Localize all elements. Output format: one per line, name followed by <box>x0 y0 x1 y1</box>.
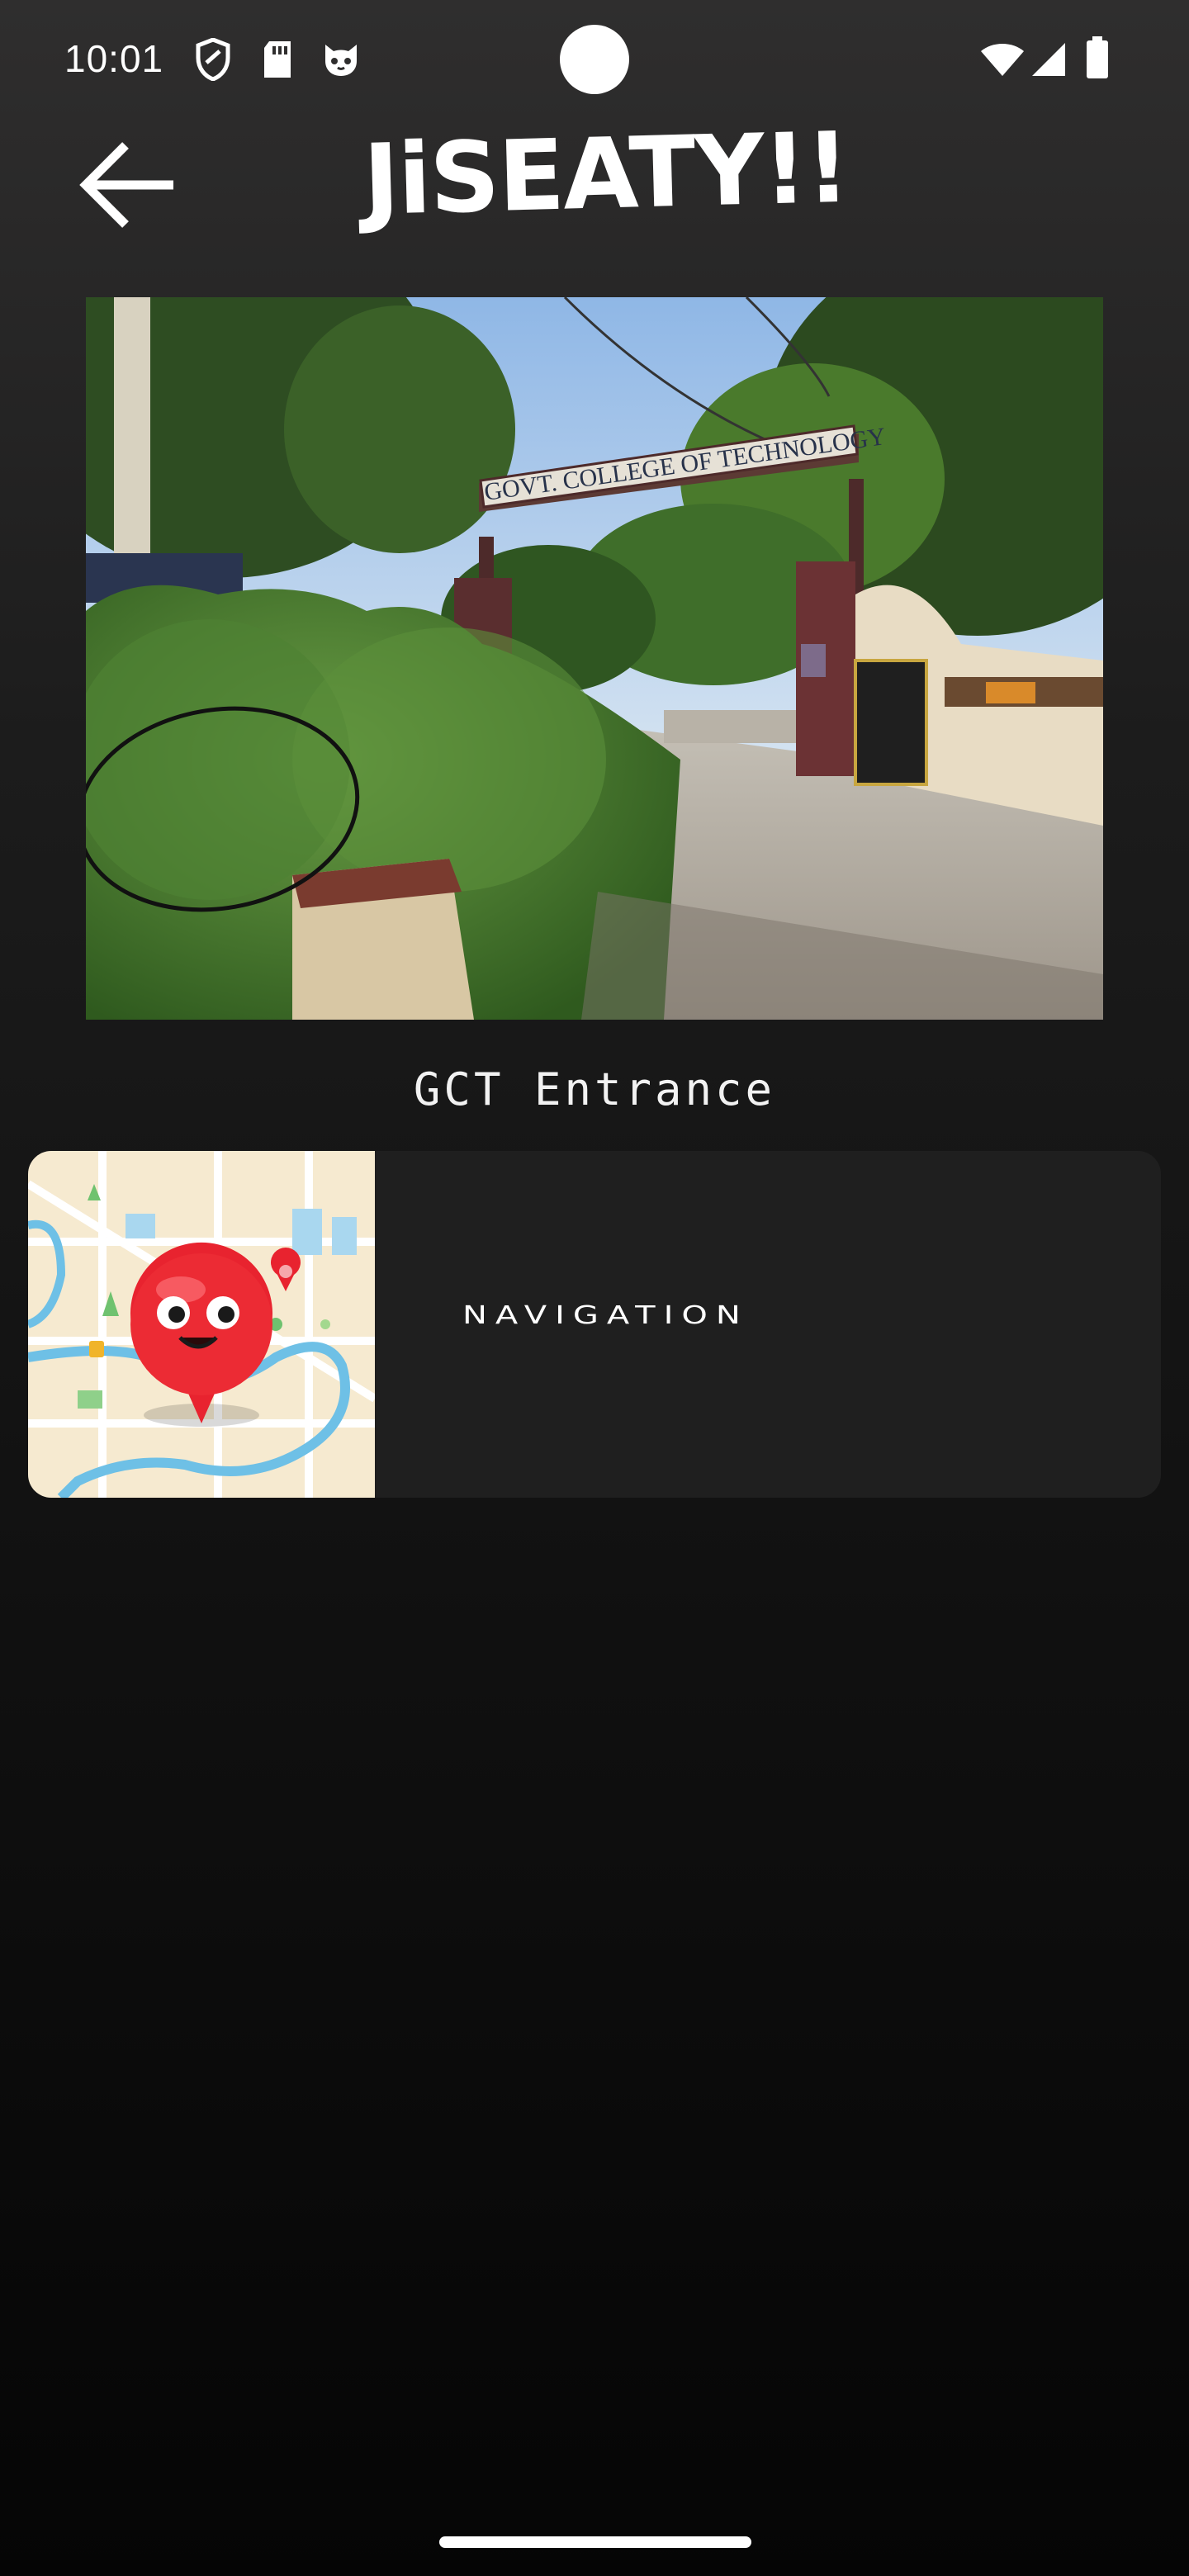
status-time: 10:01 <box>64 37 164 80</box>
navigation-card[interactable]: NAVIGATION <box>28 1151 1161 1498</box>
wifi-icon <box>979 41 1026 81</box>
arrow-left-icon <box>79 142 173 228</box>
cat-face-icon <box>322 40 360 81</box>
app-screen: 10:01 JiSEATY!! GOVT. COLLEGE OF TECHNOL… <box>0 0 1189 2576</box>
gesture-navigation-bar[interactable] <box>439 2536 751 2548</box>
gct-entrance-photo: GOVT. COLLEGE OF TECHNOLOGY <box>86 297 1103 1020</box>
app-title: JiSEATY!! <box>362 110 850 237</box>
status-bar: 10:01 <box>0 0 1189 124</box>
back-button[interactable] <box>74 132 182 239</box>
shield-icon <box>195 37 231 84</box>
battery-icon <box>1085 36 1110 83</box>
navigation-thumbnail <box>28 1151 377 1498</box>
front-camera-cutout <box>560 25 629 94</box>
map-pin-mascot-icon <box>28 1151 377 1498</box>
cellular-signal-icon <box>1030 41 1067 81</box>
navigation-label: NAVIGATION <box>462 1300 749 1330</box>
photo-caption: GCT Entrance <box>413 1063 776 1115</box>
sd-card-icon <box>261 40 294 83</box>
